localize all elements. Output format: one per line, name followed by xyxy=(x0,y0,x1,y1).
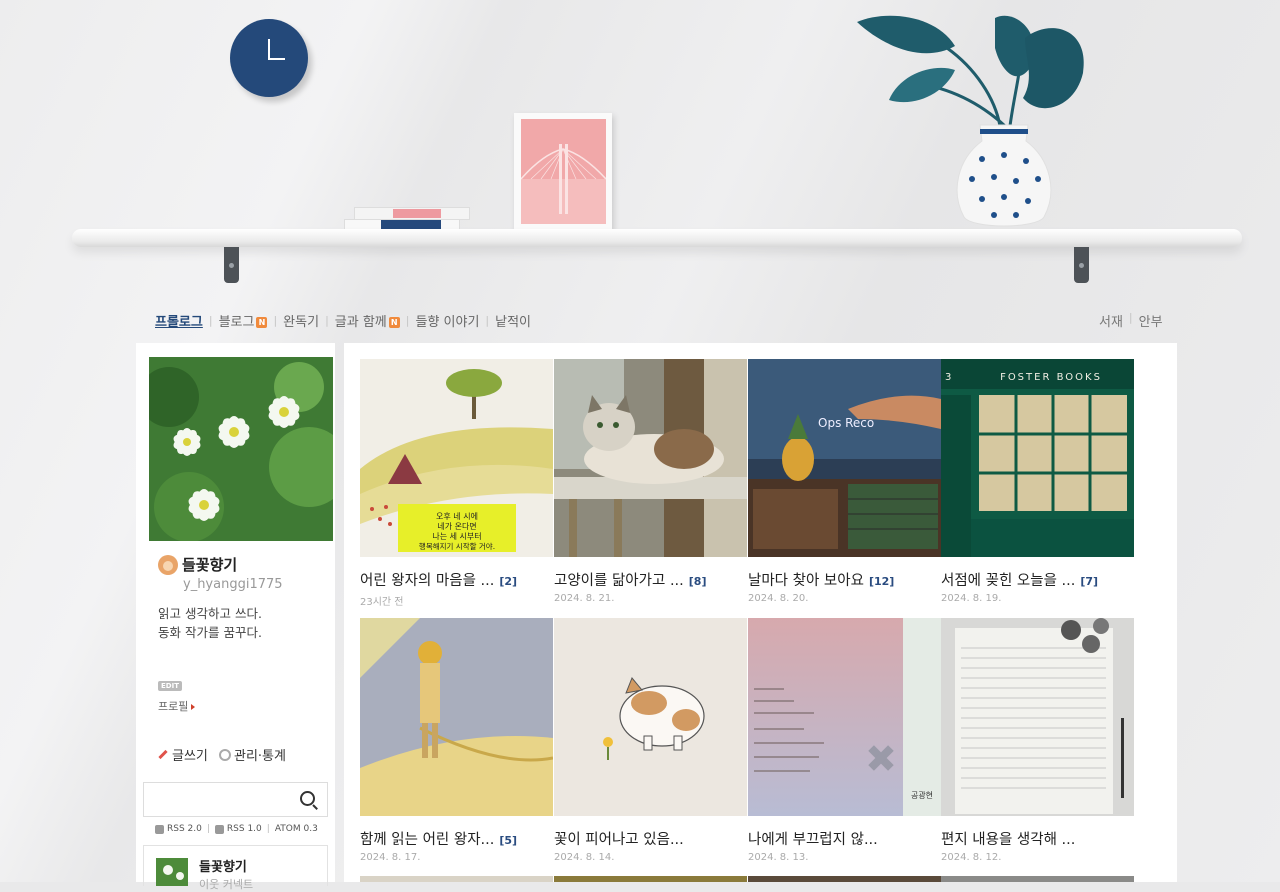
foster-number: 3 xyxy=(945,372,951,383)
post-thumbnail[interactable]: 오후 네 시에 네가 온다면 나는 세 시부터 행복해지기 시작할 거야. xyxy=(360,359,553,557)
mini-profile[interactable]: 들꽃향기 이웃 커넥트 xyxy=(143,845,328,891)
comment-count: [12] xyxy=(868,575,895,588)
main-nav: 프롤로그 | 블로그 N | 완독기 | 글과 함께 N | 들향 이야기 | 낱적이 xyxy=(155,311,531,330)
post-card[interactable]: Ops Reco 날마다 찾아 보아요 [12] 2024. 8. 20. xyxy=(748,359,941,604)
comment-count: [7] xyxy=(1080,575,1099,588)
post-date: 2024. 8. 19. xyxy=(941,593,1002,604)
shelf-bracket-left xyxy=(224,247,239,283)
post-card[interactable]: 꽃이 피어나고 있음... 2024. 8. 14. xyxy=(554,618,747,863)
nav-story[interactable]: 들향 이야기 xyxy=(415,311,479,330)
nav-blog[interactable]: 블로그 N xyxy=(219,311,268,330)
manage-stats-button[interactable]: 관리·통계 xyxy=(219,745,286,764)
rss-links: RSS 2.0 | RSS 1.0 | ATOM 0.3 xyxy=(155,824,318,834)
profile-image[interactable] xyxy=(149,357,333,541)
post-date: 23시간 전 xyxy=(360,597,404,608)
next-row-thumbnail[interactable] xyxy=(554,876,747,882)
search-icon[interactable] xyxy=(300,791,315,806)
post-title[interactable]: 편지 내용을 생각해 ... xyxy=(941,828,1075,849)
nav-library[interactable]: 서재 xyxy=(1099,311,1123,330)
post-title[interactable]: 날마다 찾아 보아요 xyxy=(748,569,864,590)
search-input[interactable] xyxy=(143,782,328,817)
post-title[interactable]: 나에게 부끄럽지 않... xyxy=(748,828,878,849)
post-grid: 오후 네 시에 네가 온다면 나는 세 시부터 행복해지기 시작할 거야. 어린… xyxy=(344,343,1177,882)
clock-decoration xyxy=(230,19,308,97)
shelf-bracket-right xyxy=(1074,247,1089,283)
post-title[interactable]: 고양이를 닮아가고 ... xyxy=(554,569,684,590)
atom-link[interactable]: ATOM 0.3 xyxy=(275,824,318,834)
shelf xyxy=(72,229,1242,247)
post-title[interactable]: 어린 왕자의 마음을 ... xyxy=(360,569,494,590)
post-date: 2024. 8. 17. xyxy=(360,852,421,863)
post-card[interactable]: 공광현 나에게 부끄럽지 않... 2024. 8. 13. xyxy=(748,618,941,863)
foster-sign-text: FOSTER BOOKS xyxy=(1000,372,1102,383)
prince-sign-line: 나는 세 시부터 xyxy=(432,532,481,541)
new-badge: N xyxy=(388,317,400,328)
post-card[interactable]: 3 FOSTER BOOKS 서점에 꽂힌 오늘을 ... [7] 2024. 8… xyxy=(941,359,1134,604)
book-author-text: 공광현 xyxy=(911,790,933,800)
post-date: 2024. 8. 20. xyxy=(748,593,809,604)
mini-profile-title: 들꽃향기 xyxy=(199,860,247,875)
nav-notes[interactable]: 낱적이 xyxy=(495,311,531,330)
post-thumbnail[interactable] xyxy=(360,618,553,816)
prince-sign-line: 행복해지기 시작할 거야. xyxy=(419,541,495,551)
post-card[interactable]: 고양이를 닮아가고 ... [8] 2024. 8. 21. xyxy=(554,359,747,604)
comment-count: [5] xyxy=(499,834,518,847)
profile-link[interactable]: 프로필 xyxy=(158,698,196,714)
post-thumbnail[interactable]: 공광현 xyxy=(748,618,941,816)
post-date: 2024. 8. 13. xyxy=(748,852,809,863)
post-card[interactable]: 함께 읽는 어린 왕자... [5] 2024. 8. 17. xyxy=(360,618,553,863)
rss1-link[interactable]: RSS 1.0 xyxy=(227,824,262,834)
rss2-link[interactable]: RSS 2.0 xyxy=(167,824,202,834)
blog-description: 읽고 생각하고 쓰다. 동화 작가를 꿈꾸다. xyxy=(158,606,262,640)
rss-icon xyxy=(214,824,224,834)
mini-profile-sub: 이웃 커넥트 xyxy=(199,878,254,891)
blog-name[interactable]: 들꽃향기 xyxy=(158,554,237,575)
post-date: 2024. 8. 21. xyxy=(554,593,615,604)
picture-frame-decoration xyxy=(514,113,612,230)
nav-finished-reading[interactable]: 완독기 xyxy=(283,311,319,330)
prince-sign-line: 네가 온다면 xyxy=(437,521,476,531)
avatar-icon xyxy=(158,554,178,575)
nav-right: 서재 | 안부 xyxy=(1099,311,1163,330)
next-row-thumbnail[interactable] xyxy=(748,876,941,882)
gear-icon xyxy=(219,748,231,761)
post-thumbnail[interactable] xyxy=(554,359,747,557)
comment-count: [8] xyxy=(688,575,707,588)
post-date: 2024. 8. 12. xyxy=(941,852,1002,863)
rss-icon xyxy=(155,824,164,834)
next-row-thumbnail[interactable] xyxy=(360,876,553,882)
nav-with-writing[interactable]: 글과 함께 N xyxy=(335,311,400,330)
post-card[interactable]: 오후 네 시에 네가 온다면 나는 세 시부터 행복해지기 시작할 거야. 어린… xyxy=(360,359,553,608)
post-title[interactable]: 함께 읽는 어린 왕자... xyxy=(360,828,494,849)
vase-decoration xyxy=(952,119,1056,231)
prince-sign-line: 오후 네 시에 xyxy=(436,512,478,521)
pencil-icon xyxy=(158,749,168,760)
blog-id: y_hyanggi1775 xyxy=(183,577,283,592)
post-title[interactable]: 꽃이 피어나고 있음... xyxy=(554,828,684,849)
write-button[interactable]: 글쓰기 xyxy=(158,745,208,764)
nav-prologue[interactable]: 프롤로그 xyxy=(155,311,203,330)
edit-badge[interactable]: EDIT xyxy=(158,681,182,691)
comment-count: [2] xyxy=(499,575,518,588)
new-badge: N xyxy=(256,317,268,328)
post-thumbnail[interactable] xyxy=(554,618,747,816)
post-thumbnail[interactable]: 3 FOSTER BOOKS xyxy=(941,359,1134,557)
sidebar: 들꽃향기 y_hyanggi1775 읽고 생각하고 쓰다. 동화 작가를 꿈꾸… xyxy=(136,343,335,891)
nav-guestbook[interactable]: 안부 xyxy=(1139,311,1163,330)
next-row-thumbnail[interactable] xyxy=(941,876,1134,882)
post-date: 2024. 8. 14. xyxy=(554,852,615,863)
post-card[interactable]: 편지 내용을 생각해 ... 2024. 8. 12. xyxy=(941,618,1134,863)
arrow-right-icon xyxy=(191,704,196,710)
post-thumbnail[interactable]: Ops Reco xyxy=(748,359,941,557)
post-thumbnail[interactable] xyxy=(941,618,1134,816)
post-title[interactable]: 서점에 꽂힌 오늘을 ... xyxy=(941,569,1075,590)
